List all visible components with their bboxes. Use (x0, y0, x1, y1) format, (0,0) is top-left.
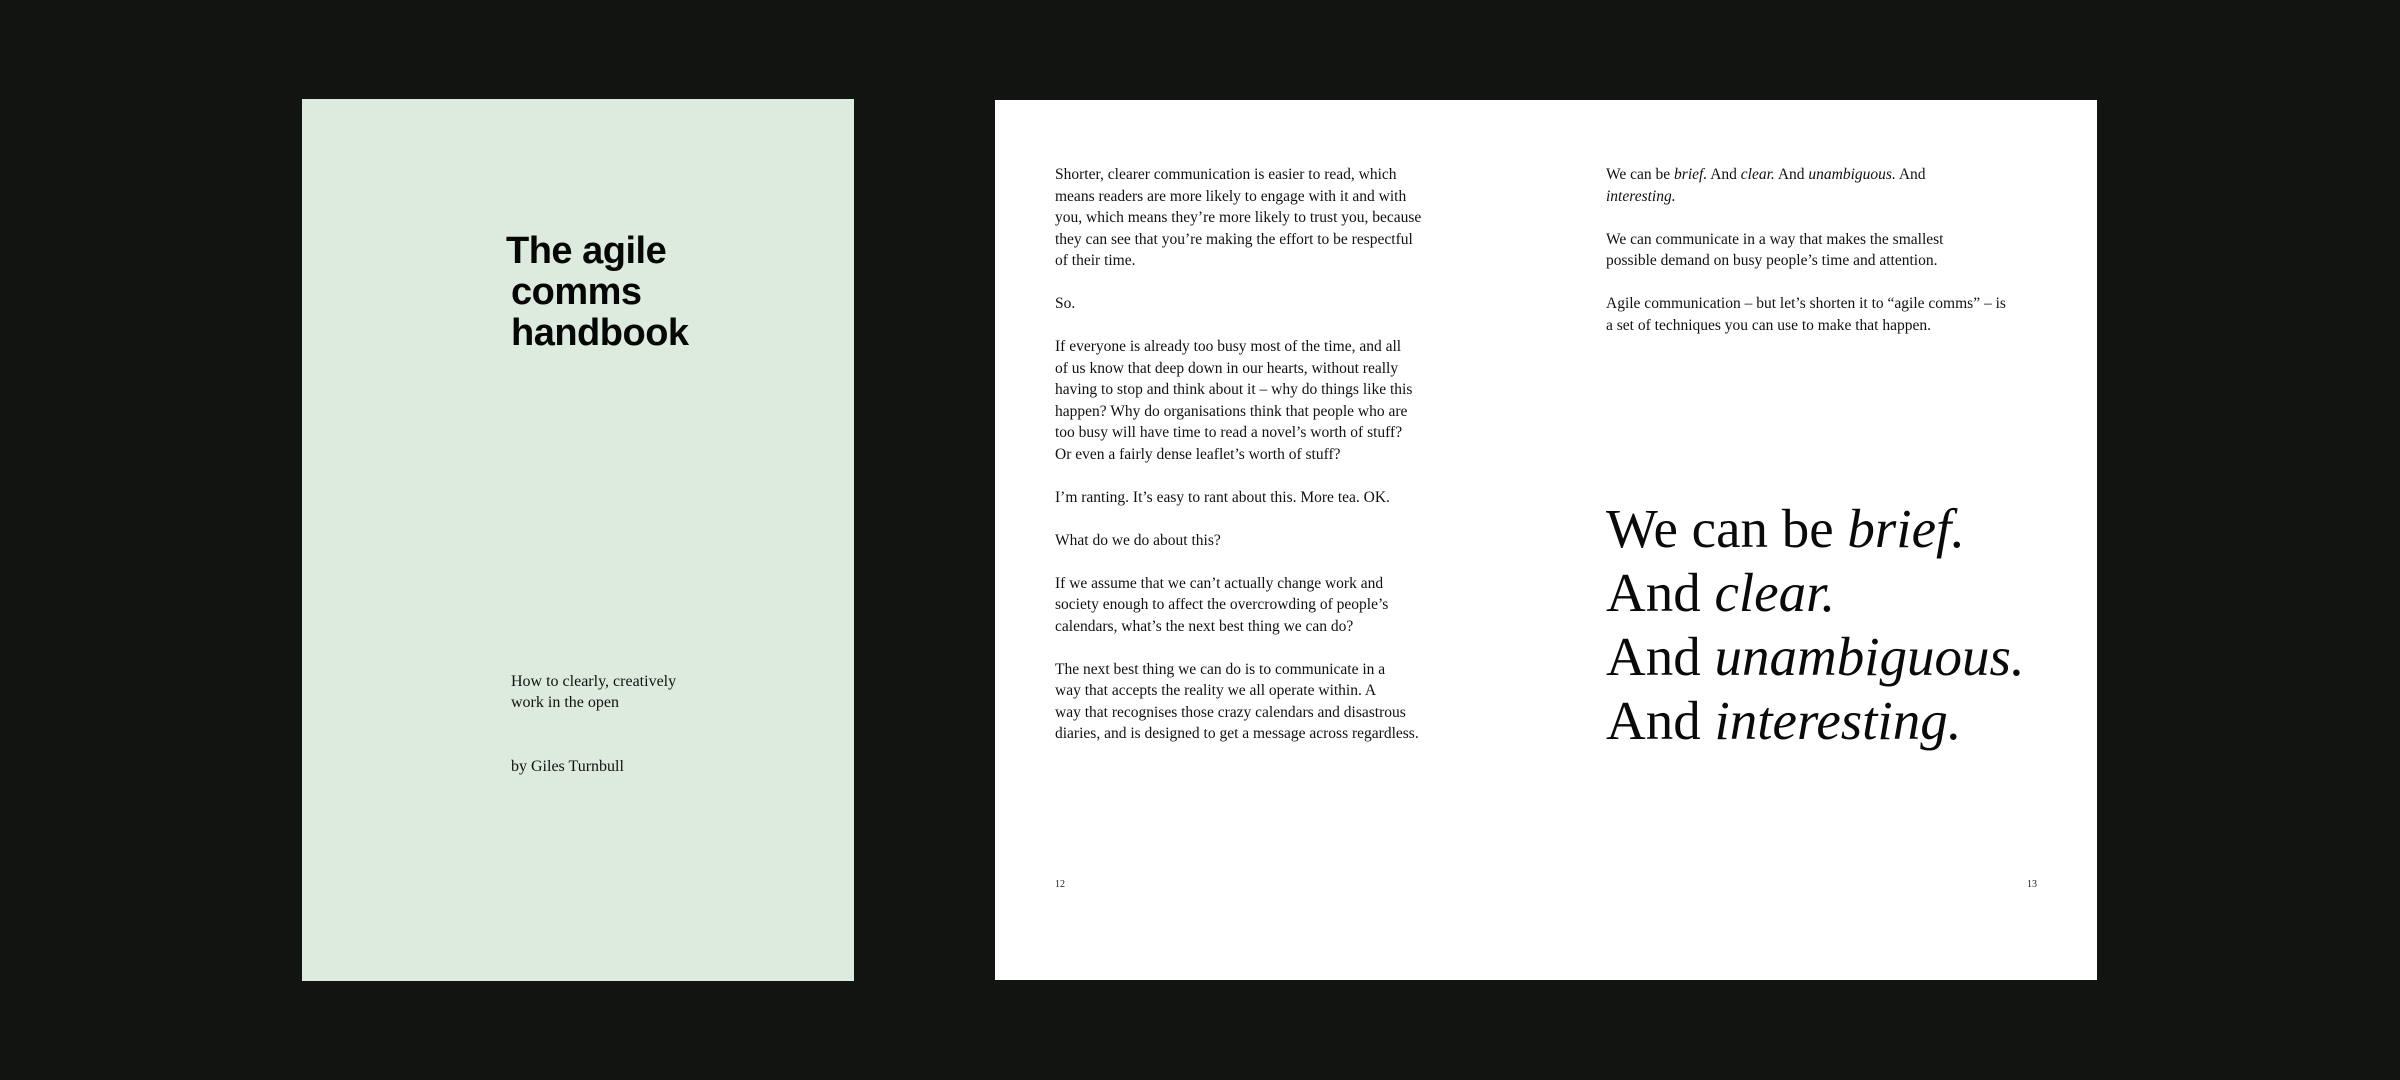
emphasis-run: unambiguous. (1808, 166, 1896, 183)
body-paragraph: The next best thing we can do is to comm… (1055, 659, 1495, 745)
right-page-body: We can be brief. And clear. And unambigu… (1606, 164, 2046, 358)
left-page-body: Shorter, clearer communication is easier… (1055, 164, 1495, 766)
emphasis-run: clear. (1714, 562, 1836, 623)
text-run: And (1774, 166, 1809, 183)
text-line: way that accepts the reality we all oper… (1055, 682, 1377, 699)
text-line: interesting. (1606, 186, 2046, 208)
text-line: What do we do about this? (1055, 531, 1221, 549)
text-run: We can be (1606, 498, 1848, 559)
cover-subtitle-line: work in the open (511, 694, 619, 711)
text-line: So. (1055, 295, 1076, 312)
body-paragraph: What do we do about this? (1055, 530, 1495, 552)
cover-subtitle-line: How to clearly, creatively (511, 673, 677, 690)
text-line: means readers are more likely to engage … (1055, 187, 1407, 205)
cover-title-line: The agile (506, 230, 667, 272)
text-line: If everyone is already too busy most of … (1055, 338, 1402, 355)
text-line: We can communicate in a way that makes t… (1606, 230, 1944, 248)
text-line: a set of techniques you can use to make … (1606, 316, 1931, 334)
cover-subtitle: How to clearly, creatively work in the o… (511, 671, 731, 713)
body-paragraph: I’m ranting. It’s easy to rant about thi… (1055, 487, 1495, 509)
text-run: And (1606, 690, 1715, 751)
text-line: diaries, and is designed to get a messag… (1055, 725, 1419, 742)
body-paragraph: We can communicate in a way that makes t… (1606, 229, 2046, 272)
text-run: We can be (1606, 166, 1675, 183)
page-number-left: 12 (1055, 879, 1065, 890)
text-line: too busy will have time to read a novel’… (1055, 424, 1403, 441)
emphasis-run: clear. (1740, 166, 1775, 183)
text-line: of their time. (1055, 252, 1136, 269)
emphasis-run: interesting. (1606, 187, 1676, 205)
text-line: If we assume that we can’t actually chan… (1055, 574, 1384, 592)
cover-title-line: handbook (511, 312, 689, 354)
text-line: Or even a fairly dense leaflet’s worth o… (1055, 445, 1341, 463)
text-run: And (1895, 166, 1926, 183)
cover-title-line: comms (511, 271, 642, 313)
text-run: And (1707, 166, 1741, 183)
text-line: you, which means they’re more likely to … (1055, 209, 1422, 226)
emphasis-run: brief. (1847, 498, 1966, 559)
pull-quote-line: We can be brief. (1606, 497, 2025, 561)
text-line: I’m ranting. It’s easy to rant about thi… (1055, 488, 1390, 506)
text-line: We can be brief. And clear. And unambigu… (1606, 164, 2046, 186)
text-line: possible demand on busy people’s time an… (1606, 252, 1938, 269)
text-line: they can see that you’re making the effo… (1055, 230, 1413, 248)
body-paragraph: Shorter, clearer communication is easier… (1055, 164, 1495, 272)
cover-author: by Giles Turnbull (511, 758, 624, 775)
text-run: And (1606, 626, 1715, 687)
text-line: having to stop and think about it – why … (1055, 381, 1413, 398)
book-cover[interactable]: The agile comms handbook How to clearly,… (302, 99, 854, 981)
text-run: And (1606, 562, 1715, 623)
body-paragraph: So. (1055, 293, 1495, 315)
intro-paragraph: We can be brief. And clear. And unambigu… (1606, 164, 2046, 207)
body-paragraph: If we assume that we can’t actually chan… (1055, 573, 1495, 638)
text-line: happen? Why do organisations think that … (1055, 402, 1408, 420)
pull-quote-line: And interesting. (1606, 689, 2025, 753)
pull-quote-line: And clear. (1606, 561, 2025, 625)
text-line: way that recognises those crazy calendar… (1055, 703, 1406, 721)
emphasis-run: unambiguous. (1714, 626, 2025, 687)
body-paragraph: Agile communication – but let’s shorten … (1606, 293, 2046, 336)
pull-quote-line: And unambiguous. (1606, 625, 2025, 689)
page-number-right: 13 (2027, 879, 2037, 890)
cover-title: The agile comms handbook (506, 231, 689, 354)
emphasis-run: brief. (1674, 166, 1708, 183)
text-line: Shorter, clearer communication is easier… (1055, 166, 1397, 183)
text-line: calendars, what’s the next best thing we… (1055, 617, 1354, 635)
emphasis-run: interesting. (1714, 690, 1962, 751)
text-line: society enough to affect the overcrowdin… (1055, 596, 1389, 613)
viewer-stage: The agile comms handbook How to clearly,… (0, 0, 2400, 1080)
text-line: The next best thing we can do is to comm… (1055, 660, 1386, 678)
body-paragraph: If everyone is already too busy most of … (1055, 336, 1495, 465)
text-line: of us know that deep down in our hearts,… (1055, 359, 1399, 377)
book-spread[interactable]: Shorter, clearer communication is easier… (995, 100, 2097, 980)
text-line: Agile communication – but let’s shorten … (1606, 295, 2006, 312)
pull-quote: We can be brief. And clear. And unambigu… (1606, 497, 2025, 753)
